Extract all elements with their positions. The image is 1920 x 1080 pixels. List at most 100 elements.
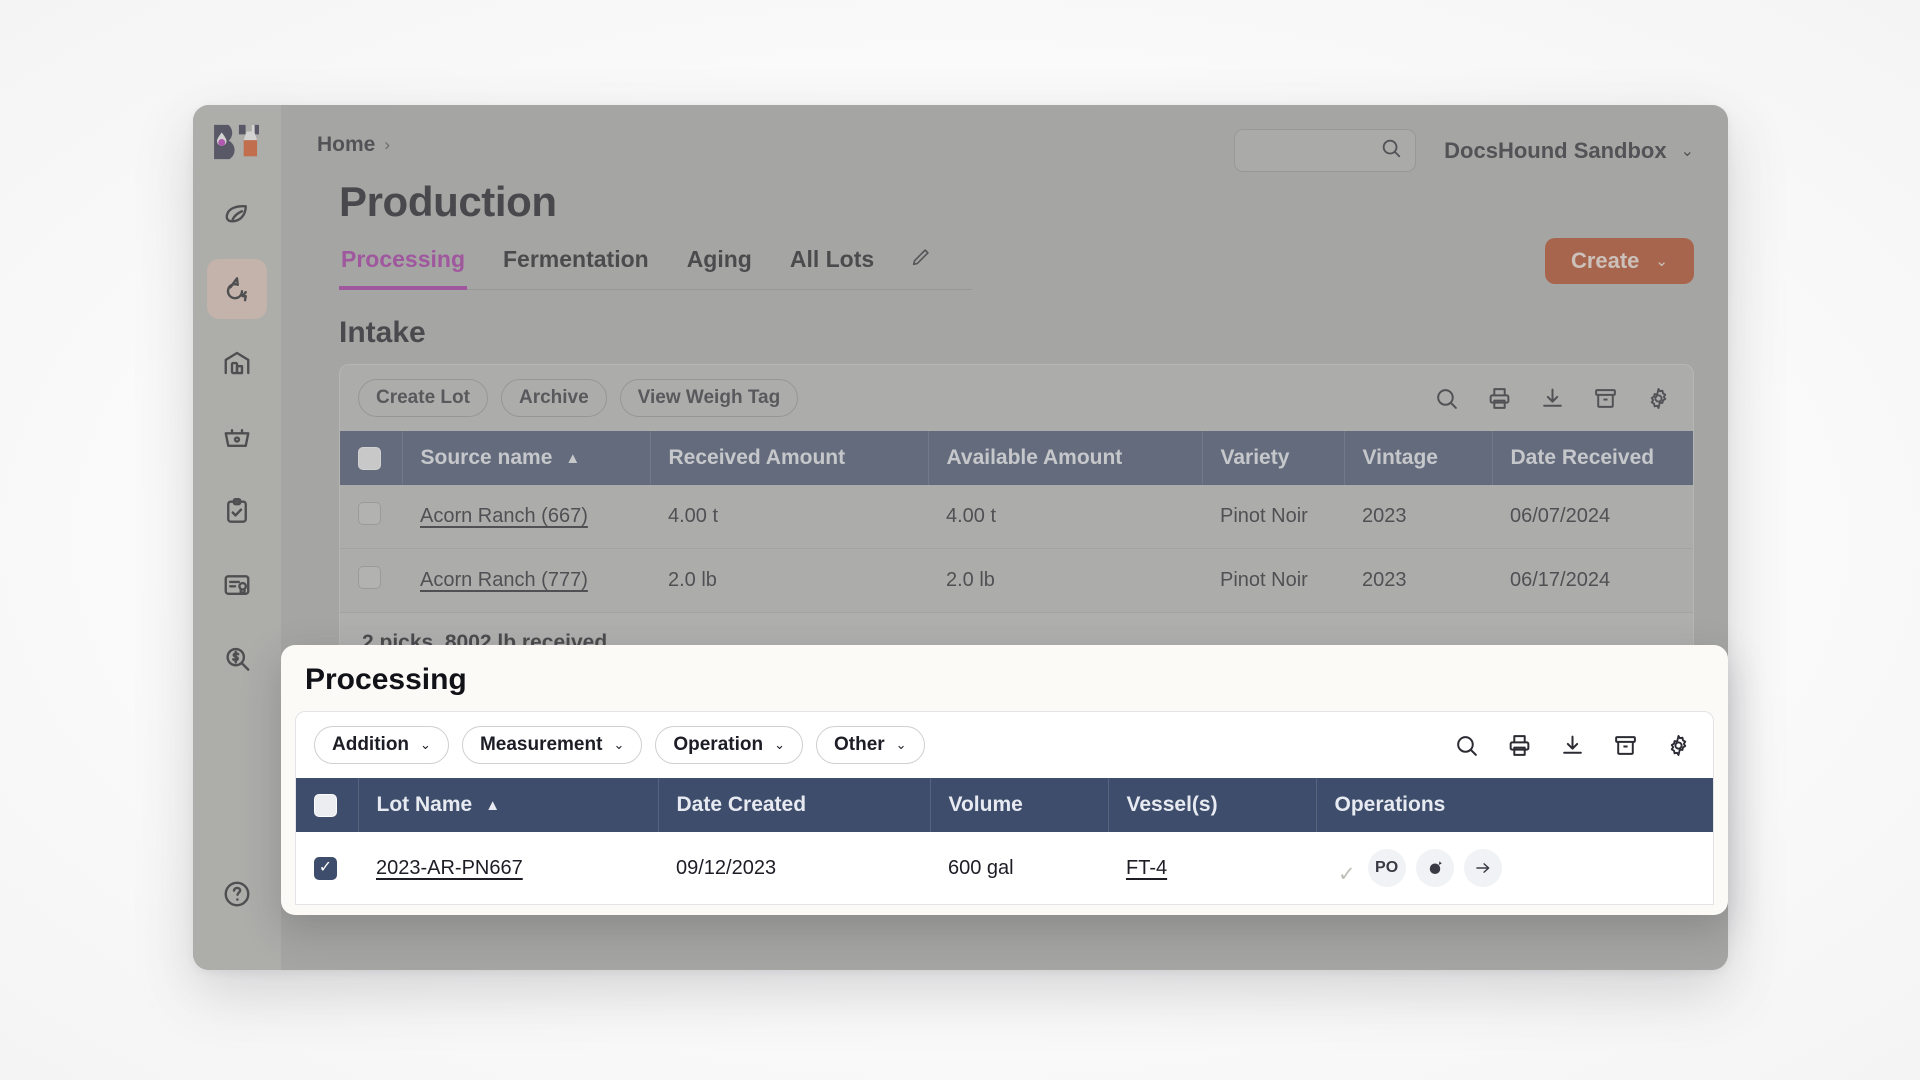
- table-row[interactable]: Acorn Ranch (667) 4.00 t 4.00 t Pinot No…: [340, 485, 1693, 549]
- chevron-down-icon: ⌄: [613, 737, 625, 752]
- tab-processing[interactable]: Processing: [339, 242, 467, 290]
- sidebar-item-vineyard[interactable]: [207, 185, 267, 245]
- download-icon[interactable]: [1560, 733, 1585, 758]
- search-icon[interactable]: [1454, 733, 1479, 758]
- filter-measurement[interactable]: Measurement ⌄: [461, 726, 643, 764]
- filter-operation[interactable]: Operation ⌄: [655, 726, 803, 764]
- dollar-search-icon: [222, 644, 252, 674]
- tab-aging[interactable]: Aging: [685, 242, 754, 290]
- download-icon[interactable]: [1540, 386, 1565, 411]
- tab-list: Processing Fermentation Aging All Lots: [339, 241, 973, 290]
- cell-source-name[interactable]: Acorn Ranch (777): [402, 548, 650, 613]
- row-checkbox[interactable]: [358, 566, 381, 589]
- row-checkbox-cell[interactable]: [340, 548, 402, 613]
- sidebar-item-purchasing[interactable]: [207, 407, 267, 467]
- col-vessels[interactable]: Vessel(s): [1108, 778, 1317, 832]
- clipboard-check-icon: [222, 496, 252, 526]
- intake-actions: Create Lot Archive View Weigh Tag: [358, 379, 799, 417]
- cell-vintage: 2023: [1344, 485, 1492, 549]
- leaf-icon: [222, 200, 252, 230]
- sidebar-item-production[interactable]: [207, 259, 267, 319]
- row-checkbox-cell[interactable]: ✓: [296, 832, 358, 904]
- help-button[interactable]: [215, 874, 259, 918]
- archive-button[interactable]: Archive: [500, 379, 607, 417]
- operation-po-button[interactable]: PO: [1367, 849, 1406, 887]
- source-link[interactable]: Acorn Ranch (777): [420, 569, 588, 591]
- sidebar-item-costing[interactable]: [207, 629, 267, 689]
- breadcrumb[interactable]: Home ›: [317, 125, 390, 157]
- col-volume[interactable]: Volume: [930, 778, 1109, 832]
- print-icon[interactable]: [1487, 386, 1512, 411]
- press-icon[interactable]: [1415, 849, 1454, 887]
- cell-date-created: 09/12/2023: [658, 832, 930, 904]
- processing-header-row: Lot Name ▲ Date Created Volume Vessel(s)…: [296, 778, 1713, 832]
- intake-toolbar: Create Lot Archive View Weigh Tag: [340, 365, 1693, 431]
- source-link[interactable]: Acorn Ranch (667): [420, 505, 588, 527]
- settings-icon[interactable]: [1646, 386, 1671, 411]
- cell-lot-name[interactable]: 2023-AR-PN667: [358, 832, 658, 904]
- print-icon[interactable]: [1507, 733, 1532, 758]
- col-lot-name[interactable]: Lot Name ▲: [358, 778, 659, 832]
- tab-all-lots[interactable]: All Lots: [788, 242, 876, 290]
- row-checkbox[interactable]: [358, 502, 381, 525]
- cell-vessel[interactable]: FT-4: [1108, 832, 1316, 904]
- archive-icon[interactable]: [1613, 733, 1638, 758]
- intake-select-all-header: [340, 431, 403, 485]
- cell-date-received: 06/17/2024: [1492, 548, 1693, 613]
- row-checkbox-cell[interactable]: [340, 485, 402, 549]
- vessel-link[interactable]: FT-4: [1126, 857, 1167, 879]
- col-operations[interactable]: Operations: [1316, 778, 1713, 832]
- cell-volume: 600 gal: [930, 832, 1108, 904]
- col-vintage[interactable]: Vintage: [1344, 431, 1493, 485]
- search-icon[interactable]: [1434, 386, 1459, 411]
- row-checkbox-checked[interactable]: ✓: [314, 856, 337, 880]
- tab-fermentation[interactable]: Fermentation: [501, 242, 651, 290]
- select-all-checkbox[interactable]: [314, 793, 337, 817]
- col-date-created[interactable]: Date Created: [658, 778, 931, 832]
- cell-source-name[interactable]: Acorn Ranch (667): [402, 485, 650, 549]
- col-label: Vintage: [1362, 446, 1438, 469]
- search-icon: [1380, 137, 1402, 164]
- sidebar-item-compliance[interactable]: [207, 555, 267, 615]
- create-lot-button[interactable]: Create Lot: [358, 379, 488, 417]
- col-label: Volume: [948, 793, 1023, 816]
- tabs-row: Processing Fermentation Aging All Lots C…: [339, 238, 1694, 290]
- edit-tabs-button[interactable]: [910, 246, 932, 284]
- intake-tool-icons: [1434, 386, 1671, 411]
- processing-spotlight-panel: Processing Addition ⌄ Measurement ⌄ Oper…: [281, 645, 1728, 915]
- arrow-right-icon[interactable]: [1463, 849, 1502, 887]
- col-label: Received Amount: [668, 446, 846, 469]
- table-row[interactable]: Acorn Ranch (777) 2.0 lb 2.0 lb Pinot No…: [340, 548, 1693, 613]
- col-source-name[interactable]: Source name ▲: [402, 431, 651, 485]
- intake-header-row: Source name ▲ Received Amount Available …: [340, 431, 1693, 485]
- col-available-amount[interactable]: Available Amount: [928, 431, 1203, 485]
- select-all-checkbox[interactable]: [358, 446, 381, 470]
- col-received-amount[interactable]: Received Amount: [650, 431, 929, 485]
- app-logo[interactable]: [209, 119, 265, 165]
- settings-icon[interactable]: [1666, 733, 1691, 758]
- view-weigh-tag-button[interactable]: View Weigh Tag: [619, 379, 799, 417]
- chevron-down-icon: ⌄: [1655, 253, 1668, 270]
- org-switcher[interactable]: DocsHound Sandbox ⌄: [1444, 138, 1694, 164]
- cell-operations: ✓ PO: [1316, 832, 1713, 904]
- col-variety[interactable]: Variety: [1202, 431, 1345, 485]
- table-row[interactable]: ✓ 2023-AR-PN667 09/12/2023 600 gal FT-4 …: [296, 832, 1713, 904]
- col-date-received[interactable]: Date Received: [1492, 431, 1693, 485]
- create-button[interactable]: Create ⌄: [1544, 238, 1694, 284]
- cell-available-amount: 4.00 t: [928, 485, 1202, 549]
- create-button-label: Create: [1570, 248, 1640, 273]
- global-search-input[interactable]: [1234, 129, 1417, 172]
- intake-card: Create Lot Archive View Weigh Tag Source…: [339, 364, 1694, 674]
- breadcrumb-home[interactable]: Home: [317, 133, 375, 157]
- sidebar-item-quality[interactable]: [207, 481, 267, 541]
- pencil-icon: [910, 246, 932, 273]
- droplet-bolt-icon: [222, 274, 252, 304]
- lot-link[interactable]: 2023-AR-PN667: [376, 857, 523, 879]
- filter-addition[interactable]: Addition ⌄: [314, 726, 449, 764]
- sidebar-item-inventory[interactable]: [207, 333, 267, 393]
- archive-icon[interactable]: [1593, 386, 1618, 411]
- filter-other[interactable]: Other ⌄: [815, 726, 925, 764]
- chevron-down-icon: ⌄: [420, 737, 431, 752]
- processing-toolbar: Addition ⌄ Measurement ⌄ Operation ⌄ Oth…: [296, 712, 1713, 778]
- processing-card: Addition ⌄ Measurement ⌄ Operation ⌄ Oth…: [295, 711, 1714, 905]
